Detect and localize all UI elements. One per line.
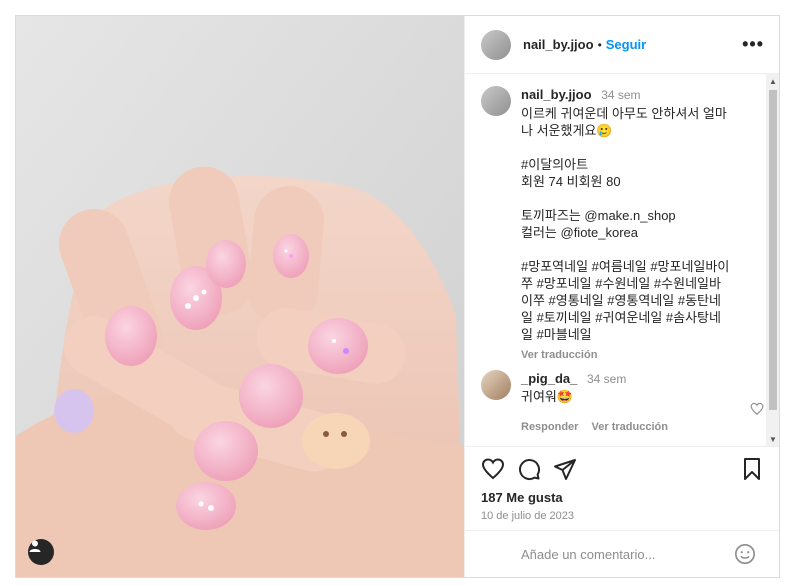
author-username[interactable]: nail_by.jjoo (523, 37, 594, 52)
comment-item: _pig_da_ 34 sem 귀여워🤩 Responder Ver tradu… (481, 370, 751, 436)
avatar[interactable] (481, 29, 511, 60)
post-date: 10 de julio de 2023 (481, 510, 574, 522)
comments-section[interactable]: nail_by.jjoo 34 sem 이르케 귀여운데 아무도 안하셔서 얼마… (465, 74, 779, 446)
comment-input[interactable]: Añade un comentario... (521, 547, 655, 562)
likes-count[interactable]: 187 Me gusta (481, 490, 563, 505)
caption-username[interactable]: nail_by.jjoo (521, 87, 592, 102)
comment-time[interactable]: 34 sem (587, 372, 626, 386)
comment-bubble-icon[interactable] (517, 457, 541, 481)
action-bar (465, 446, 779, 491)
scroll-down-arrow-icon[interactable]: ▼ (766, 432, 779, 446)
post-panel: nail_by.jjoo • Seguir ••• nail_by.jjoo 3… (464, 16, 779, 577)
caption-text: 이르케 귀여운데 아무도 안하셔서 얼마 나 서운했게요🥲 #이달의아트 회원 … (521, 106, 730, 342)
emoji-icon[interactable] (734, 543, 756, 570)
person-icon (29, 540, 41, 552)
caption-see-translation[interactable]: Ver traducción (521, 347, 729, 364)
save-bookmark-icon[interactable] (740, 457, 764, 481)
like-heart-icon[interactable] (481, 457, 505, 481)
follow-button[interactable]: Seguir (606, 37, 646, 52)
comment-text: 귀여워🤩 (521, 389, 574, 404)
tagged-users-button[interactable] (28, 539, 54, 565)
comment-avatar[interactable] (481, 370, 511, 400)
caption-avatar[interactable] (481, 86, 511, 116)
separator-dot: • (597, 37, 602, 52)
add-comment-bar: Añade un comentario... (465, 530, 779, 577)
nail-photo (16, 16, 464, 577)
caption-time[interactable]: 34 sem (601, 88, 640, 102)
scroll-thumb[interactable] (769, 90, 777, 410)
share-paper-plane-icon[interactable] (553, 457, 577, 481)
comment-see-translation[interactable]: Ver traducción (592, 421, 668, 433)
caption: nail_by.jjoo 34 sem 이르케 귀여운데 아무도 안하셔서 얼마… (481, 86, 751, 364)
post-image[interactable] (16, 16, 464, 577)
more-options-icon[interactable]: ••• (742, 34, 764, 55)
post-header: nail_by.jjoo • Seguir ••• (465, 16, 779, 74)
scroll-up-arrow-icon[interactable]: ▲ (766, 74, 779, 88)
post-modal: nail_by.jjoo • Seguir ••• nail_by.jjoo 3… (15, 15, 780, 578)
comment-like-icon[interactable] (750, 402, 764, 421)
reply-button[interactable]: Responder (521, 421, 578, 433)
scrollbar[interactable]: ▲ ▼ (766, 74, 779, 446)
comment-username[interactable]: _pig_da_ (521, 371, 577, 386)
